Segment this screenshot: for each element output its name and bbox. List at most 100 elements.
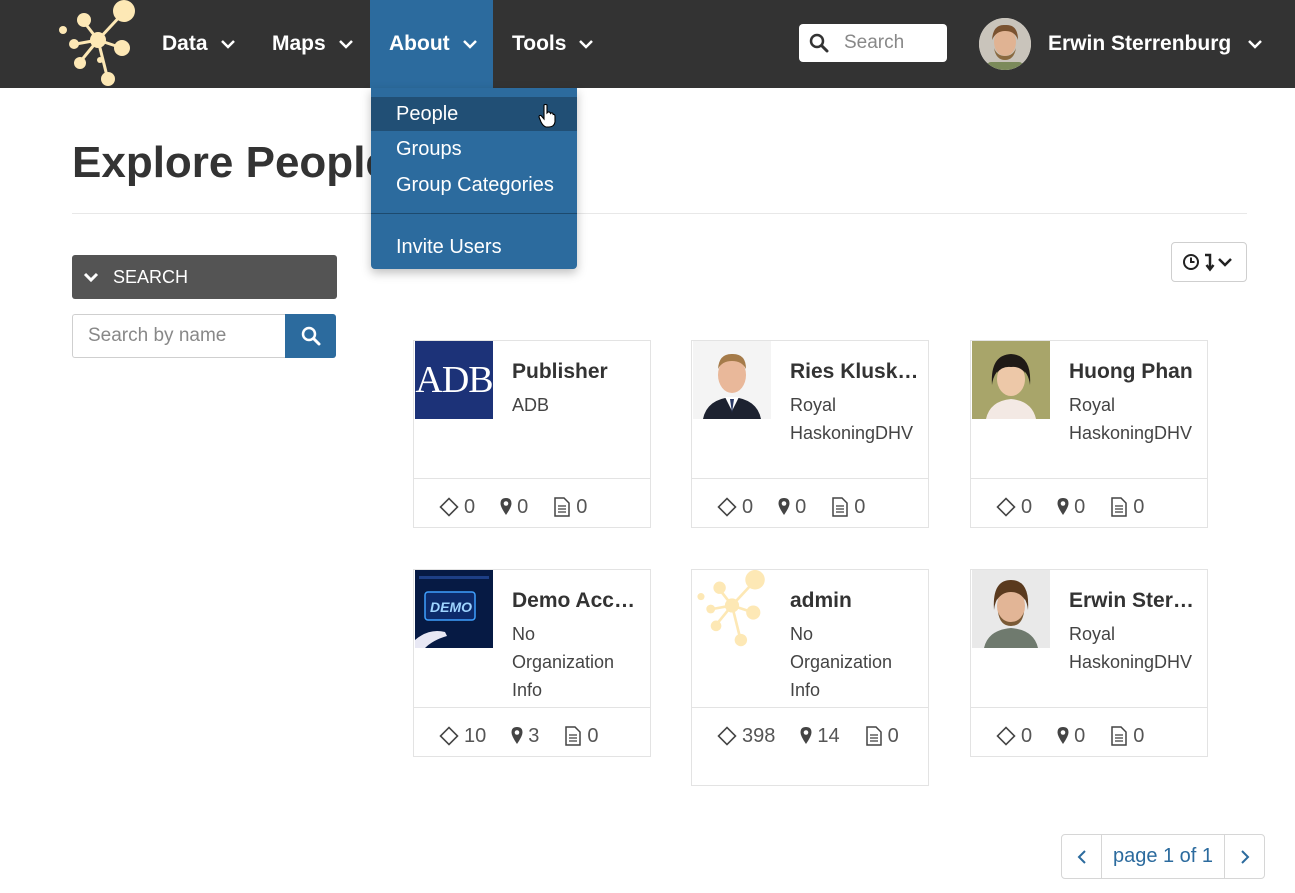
maps-count-value: 0 bbox=[517, 495, 529, 518]
layers-count-value: 10 bbox=[464, 724, 487, 747]
person-photo bbox=[972, 570, 1050, 648]
person-thumbnail bbox=[693, 341, 771, 419]
menu-item-group-categories[interactable]: Group Categories bbox=[371, 168, 577, 202]
top-navbar: Data Maps About Tools Erwin Sterre bbox=[0, 0, 1295, 88]
documents-count: 0 bbox=[1109, 722, 1144, 750]
site-logo[interactable] bbox=[56, 0, 140, 88]
documents-count-value: 0 bbox=[587, 724, 599, 747]
chevron-down-icon bbox=[1248, 40, 1263, 49]
page-indicator: page 1 of 1 bbox=[1101, 835, 1225, 878]
nav-maps-label: Maps bbox=[272, 32, 326, 55]
document-icon bbox=[554, 497, 570, 517]
layers-count: 0 bbox=[716, 493, 753, 521]
search-by-name-button[interactable] bbox=[285, 314, 336, 358]
maps-count: 0 bbox=[777, 493, 806, 521]
chevron-down-icon bbox=[462, 40, 477, 49]
chevron-left-icon bbox=[1077, 849, 1086, 864]
maps-count-value: 0 bbox=[1074, 724, 1086, 747]
maps-count: 14 bbox=[799, 722, 840, 750]
map-marker-icon bbox=[1057, 498, 1069, 515]
person-name[interactable]: Huong Phan bbox=[1069, 360, 1201, 384]
layers-count-value: 0 bbox=[1021, 724, 1033, 747]
person-thumbnail bbox=[972, 341, 1050, 419]
layers-count: 398 bbox=[716, 722, 775, 750]
person-card[interactable]: Huong Phan Royal HaskoningDHV 0 0 0 bbox=[970, 340, 1208, 528]
person-organization: Royal HaskoningDHV bbox=[1069, 624, 1193, 672]
layers-count: 0 bbox=[995, 722, 1032, 750]
person-name[interactable]: Publisher bbox=[512, 360, 644, 384]
person-name[interactable]: Erwin Sterrenburg bbox=[1069, 589, 1201, 613]
documents-count-value: 0 bbox=[1133, 495, 1145, 518]
documents-count: 0 bbox=[1109, 493, 1144, 521]
nav-data-label: Data bbox=[162, 32, 208, 55]
thumbnail-demo-text: DEMO bbox=[430, 599, 472, 615]
documents-count-value: 0 bbox=[1133, 724, 1145, 747]
person-card[interactable]: Ries Kluskens Royal HaskoningDHV 0 0 0 bbox=[691, 340, 929, 528]
person-organization: Royal HaskoningDHV bbox=[790, 395, 914, 443]
person-card[interactable]: DEMO Demo Account No Organization Info 1… bbox=[413, 569, 651, 757]
search-icon bbox=[301, 326, 320, 346]
map-marker-icon bbox=[1057, 727, 1069, 744]
search-by-name-input[interactable] bbox=[72, 314, 286, 358]
sort-by-date-icon bbox=[1183, 253, 1232, 272]
person-organization: Royal HaskoningDHV bbox=[1069, 395, 1193, 443]
menu-item-groups[interactable]: Groups bbox=[371, 132, 577, 166]
menu-item-invite-users[interactable]: Invite Users bbox=[371, 230, 577, 264]
nav-search-input[interactable] bbox=[844, 32, 944, 54]
maps-count: 0 bbox=[1056, 493, 1085, 521]
layers-count-value: 0 bbox=[1021, 495, 1033, 518]
layers-count-value: 0 bbox=[464, 495, 476, 518]
nav-data[interactable]: Data bbox=[162, 0, 236, 88]
person-organization: ADB bbox=[512, 395, 550, 415]
avatar bbox=[979, 18, 1031, 70]
title-divider bbox=[72, 213, 1247, 214]
person-name[interactable]: admin bbox=[790, 589, 922, 613]
documents-count-value: 0 bbox=[576, 495, 588, 518]
user-menu[interactable]: Erwin Sterrenburg bbox=[979, 18, 1263, 70]
layers-count-value: 0 bbox=[742, 495, 754, 518]
person-name[interactable]: Ries Kluskens bbox=[790, 360, 922, 384]
chevron-right-icon bbox=[1240, 849, 1249, 864]
map-marker-icon bbox=[511, 727, 523, 744]
layers-count: 10 bbox=[438, 722, 486, 750]
person-thumbnail bbox=[972, 570, 1050, 648]
person-card[interactable]: admin No Organization Info 398 14 0 bbox=[691, 569, 929, 786]
maps-count: 0 bbox=[499, 493, 528, 521]
diamond-icon bbox=[439, 497, 459, 517]
layers-count: 0 bbox=[438, 493, 475, 521]
person-stats: 0 0 0 bbox=[971, 707, 1207, 757]
search-panel-toggle[interactable]: SEARCH bbox=[72, 255, 337, 299]
person-thumbnail: ADB bbox=[415, 341, 493, 419]
document-icon bbox=[565, 726, 582, 746]
user-avatar-image bbox=[979, 18, 1031, 70]
nav-search-box bbox=[799, 24, 947, 62]
nav-about[interactable]: About bbox=[370, 0, 493, 88]
document-icon bbox=[1111, 726, 1127, 746]
document-icon bbox=[865, 726, 882, 746]
nav-tools[interactable]: Tools bbox=[512, 0, 594, 88]
person-organization: No Organization Info bbox=[512, 624, 615, 700]
person-card[interactable]: ADB Publisher ADB 0 0 0 bbox=[413, 340, 651, 528]
next-page-button[interactable] bbox=[1225, 835, 1264, 878]
nav-maps[interactable]: Maps bbox=[272, 0, 354, 88]
person-stats: 398 14 0 bbox=[692, 707, 928, 786]
nav-tools-label: Tools bbox=[512, 32, 567, 55]
person-card[interactable]: Erwin Sterrenburg Royal HaskoningDHV 0 0… bbox=[970, 569, 1208, 757]
maps-count-value: 0 bbox=[1074, 495, 1086, 518]
user-name: Erwin Sterrenburg bbox=[1048, 32, 1232, 55]
person-thumbnail: DEMO bbox=[415, 570, 493, 648]
search-icon bbox=[809, 33, 829, 53]
person-stats: 0 0 0 bbox=[971, 478, 1207, 528]
previous-page-button[interactable] bbox=[1062, 835, 1101, 878]
chevron-down-icon bbox=[338, 40, 353, 49]
diamond-icon bbox=[996, 497, 1016, 517]
page-title: Explore People bbox=[72, 138, 390, 187]
sort-button[interactable] bbox=[1171, 242, 1247, 282]
person-photo: DEMO bbox=[415, 570, 493, 648]
person-name[interactable]: Demo Account bbox=[512, 589, 644, 613]
person-photo bbox=[693, 341, 771, 419]
maps-count-value: 14 bbox=[817, 724, 840, 747]
documents-count: 0 bbox=[563, 722, 599, 750]
map-marker-icon bbox=[500, 498, 512, 515]
documents-count-value: 0 bbox=[887, 724, 899, 747]
